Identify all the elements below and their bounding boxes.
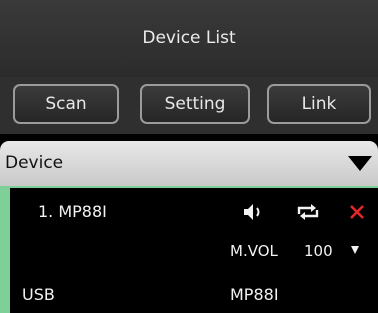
device-model: MP88I bbox=[230, 285, 279, 304]
master-volume-value[interactable]: 100 bbox=[304, 242, 333, 260]
speaker-icon[interactable] bbox=[242, 202, 266, 222]
close-icon[interactable] bbox=[349, 204, 365, 220]
master-volume-label: M.VOL bbox=[230, 242, 278, 260]
connection-type: USB bbox=[22, 285, 55, 304]
repeat-icon[interactable] bbox=[295, 202, 321, 222]
setting-button[interactable]: Setting bbox=[140, 84, 250, 124]
device-dropdown-label: Device bbox=[5, 153, 64, 173]
link-button[interactable]: Link bbox=[267, 84, 371, 124]
scan-button[interactable]: Scan bbox=[13, 84, 119, 124]
chevron-down-icon[interactable] bbox=[348, 156, 372, 171]
device-name: 1. MP88I bbox=[38, 202, 107, 221]
volume-dropdown-icon[interactable] bbox=[351, 246, 359, 254]
page-title: Device List bbox=[142, 28, 236, 48]
